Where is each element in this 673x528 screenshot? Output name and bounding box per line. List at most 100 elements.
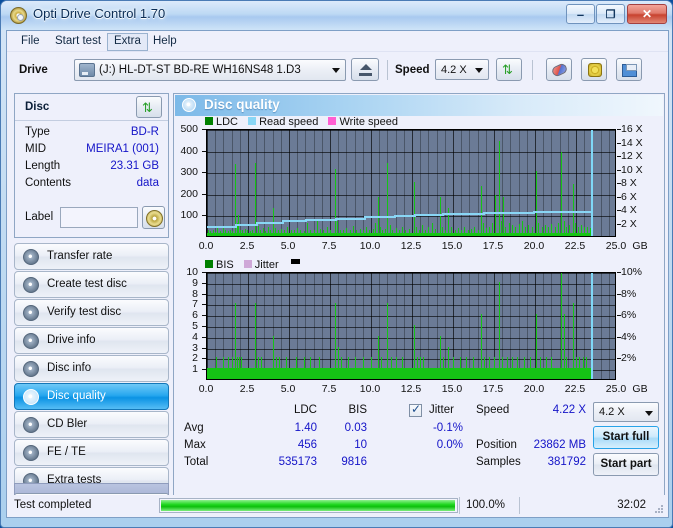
disc-info-key: Type xyxy=(25,126,50,138)
sidebar-item-disc-quality[interactable]: Disc quality xyxy=(14,383,169,410)
disc-icon xyxy=(23,389,39,405)
gear-icon xyxy=(588,63,602,77)
disc-refresh-button[interactable]: ⇅ xyxy=(136,96,162,118)
sidebar-item-drive-info[interactable]: Drive info xyxy=(14,327,169,354)
sidebar-item-label: Transfer rate xyxy=(47,250,113,262)
disc-info-row-type: Type BD-R xyxy=(15,126,168,143)
sidebar-item-fe-te[interactable]: FE / TE xyxy=(14,439,169,466)
refresh-button[interactable]: ⇅ xyxy=(496,58,522,81)
menu-start-test[interactable]: Start test xyxy=(49,34,107,50)
stats-total-bis: 9816 xyxy=(341,456,367,468)
disc-label-input[interactable] xyxy=(60,207,138,228)
refresh-arrows-icon: ⇅ xyxy=(502,62,513,77)
stats-max-jitter: 0.0% xyxy=(436,439,463,451)
stats-avg-jitter: -0.1% xyxy=(432,422,463,434)
x-tick-label: 2.5 xyxy=(239,240,255,252)
minimize-icon: – xyxy=(576,7,585,22)
menu-bar: File Start test Extra Help xyxy=(7,31,668,52)
sidebar-nav: Transfer rate Create test disc Verify te… xyxy=(14,243,169,497)
stats-panel: LDC BIS Jitter Avg 1.40 0.03 -0.1% Max 4… xyxy=(175,402,663,510)
disc-info-row-mid: MID MEIRA1 (001) xyxy=(15,143,168,160)
chevron-down-icon xyxy=(475,68,483,73)
minimize-button[interactable]: – xyxy=(566,4,595,24)
stats-position-label: Position xyxy=(476,439,517,451)
sidebar-item-verify-test-disc[interactable]: Verify test disc xyxy=(14,299,169,326)
eject-icon xyxy=(360,64,372,70)
save-button[interactable] xyxy=(616,58,642,81)
start-full-label: Start full xyxy=(602,431,650,443)
sidebar-item-label: Create test disc xyxy=(47,278,127,290)
speed-label: Speed xyxy=(395,64,430,76)
stats-row-label-max: Max xyxy=(184,439,206,451)
disc-icon xyxy=(23,417,39,433)
progress-bar xyxy=(159,498,458,513)
chart1-x-axis: 0.0 2.5 5.0 7.5 10.0 12.5 15.0 17.5 20.0 22.5 25.0… xyxy=(175,116,663,258)
progress-bar-fill xyxy=(161,500,455,511)
start-full-button[interactable]: Start full xyxy=(593,426,659,449)
close-button[interactable]: ✕ xyxy=(627,4,667,24)
disc-icon xyxy=(182,98,196,112)
disc-icon xyxy=(23,361,39,377)
x-tick-label: 20.0 xyxy=(523,240,545,252)
drive-icon xyxy=(79,63,95,77)
disc-label-key: Label xyxy=(25,211,54,223)
menu-file[interactable]: File xyxy=(15,34,46,50)
menu-extra[interactable]: Extra xyxy=(107,33,148,51)
stats-samples-label: Samples xyxy=(476,456,521,468)
sidebar-item-create-test-disc[interactable]: Create test disc xyxy=(14,271,169,298)
chart-ldc-speed: LDC Read speed Write speed 100 200 300 400 5… xyxy=(175,116,663,258)
settings-button[interactable] xyxy=(581,58,607,81)
disc-info-value: MEIRA1 (001) xyxy=(86,143,159,155)
menu-help[interactable]: Help xyxy=(147,34,183,50)
disc-info-key: MID xyxy=(25,143,47,155)
stats-position-value: 23862 MB xyxy=(533,439,586,451)
x-tick-label: 22.5 xyxy=(564,240,586,252)
maximize-button[interactable]: ❐ xyxy=(596,4,625,24)
disc-info-header: Disc ⇅ xyxy=(15,94,168,121)
jitter-label: Jitter xyxy=(429,404,454,416)
drive-select[interactable]: (J:) HL-DT-ST BD-RE WH16NS48 1.D3 xyxy=(74,59,346,81)
progress-percent: 100.0% xyxy=(466,499,506,511)
x-axis-unit-label: GB xyxy=(632,240,648,252)
status-divider-2 xyxy=(519,497,520,514)
chevron-down-icon xyxy=(332,68,340,73)
toolbar-divider xyxy=(387,60,388,80)
erase-button[interactable] xyxy=(546,58,572,81)
stats-max-bis: 10 xyxy=(354,439,367,451)
x-tick-label: 15.0 xyxy=(441,383,463,395)
drive-toolbar: Drive (J:) HL-DT-ST BD-RE WH16NS48 1.D3 … xyxy=(7,52,668,91)
test-speed-select[interactable]: 4.2 X xyxy=(593,402,659,422)
x-axis-unit-label: GB xyxy=(632,383,648,395)
disc-info-value: data xyxy=(136,177,159,189)
stats-row-label-total: Total xyxy=(184,456,209,468)
eject-button[interactable] xyxy=(351,58,379,81)
jitter-checkbox[interactable] xyxy=(409,402,422,417)
resize-grip[interactable] xyxy=(655,505,664,514)
disc-label-row: Label xyxy=(15,206,168,232)
chart-bis-jitter: BIS Jitter 1 2 3 4 5 6 7 8 9 10 2% 4% 6% 8% 10% 0.0 2.… xyxy=(175,259,663,401)
sidebar-item-disc-info[interactable]: Disc info xyxy=(14,355,169,382)
disc-icon xyxy=(23,333,39,349)
sidebar-item-transfer-rate[interactable]: Transfer rate xyxy=(14,243,169,270)
test-speed-select-value: 4.2 X xyxy=(599,406,625,418)
stats-samples-value: 381792 xyxy=(547,456,586,468)
sidebar-item-label: Verify test disc xyxy=(47,306,122,318)
stats-max-ldc: 456 xyxy=(297,439,317,451)
sidebar-item-label: CD Bler xyxy=(47,418,88,430)
title-bar: Opti Drive Control 1.70 – ❐ ✕ xyxy=(1,1,672,30)
x-tick-label: 10.0 xyxy=(359,240,381,252)
start-part-button[interactable]: Start part xyxy=(593,453,659,476)
app-disc-icon xyxy=(10,7,27,24)
app-window: Opti Drive Control 1.70 – ❐ ✕ File Start… xyxy=(0,0,673,528)
stats-speed-value: 4.22 X xyxy=(552,404,586,416)
status-bar: Test completed 100.0% 32:02 xyxy=(7,495,668,517)
disc-info-title: Disc xyxy=(25,101,50,113)
disc-label-disc-button[interactable] xyxy=(142,206,165,229)
sidebar-item-label: Drive info xyxy=(47,334,96,346)
x-tick-label: 7.5 xyxy=(321,383,337,395)
disc-quality-header: Disc quality xyxy=(175,95,663,116)
chart2-x-axis: 0.0 2.5 5.0 7.5 10.0 12.5 15.0 17.5 20.0 22.5 25.0… xyxy=(175,259,663,401)
sidebar-item-cd-bler[interactable]: CD Bler xyxy=(14,411,169,438)
x-tick-label: 17.5 xyxy=(482,240,504,252)
speed-select[interactable]: 4.2 X xyxy=(435,59,489,80)
